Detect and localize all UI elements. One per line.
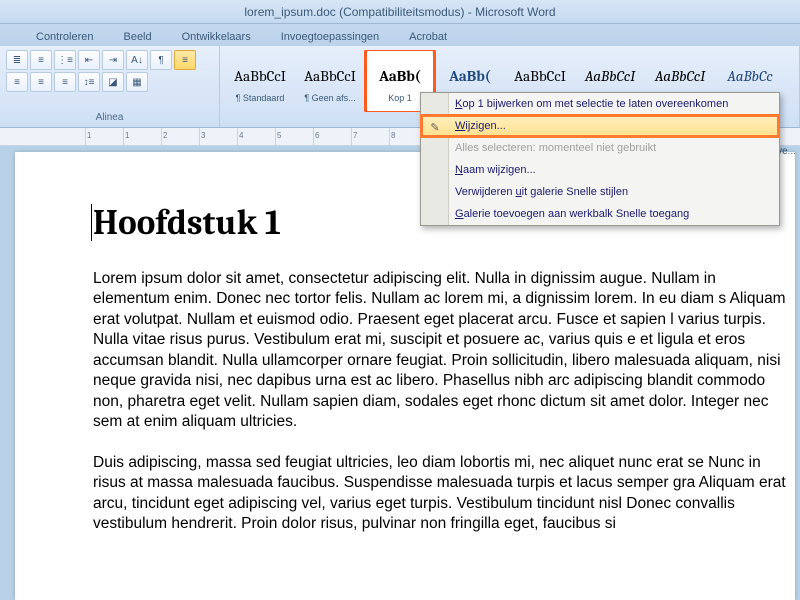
tab-beeld[interactable]: Beeld: [117, 27, 157, 46]
ruler-tick: 8: [391, 131, 395, 140]
ruler-tick: 3: [201, 131, 205, 140]
ruler-tick: 1: [87, 131, 91, 140]
align-center-button[interactable]: ≡: [6, 72, 28, 92]
borders-button[interactable]: ▦: [126, 72, 148, 92]
multilevel-button[interactable]: ⋮≡: [54, 50, 76, 70]
style-context-menu: Kop 1 bijwerken om met selectie te laten…: [420, 92, 780, 226]
ruler-tick: 4: [239, 131, 243, 140]
style-sample: AaBb(: [449, 59, 491, 93]
bullets-button[interactable]: ≣: [6, 50, 28, 70]
style-sample: AaBbCcI: [514, 59, 566, 93]
menu-item[interactable]: Kop 1 bijwerken om met selectie te laten…: [421, 93, 779, 115]
sort-button[interactable]: A↓: [126, 50, 148, 70]
line-spacing-button[interactable]: ↕≡: [78, 72, 100, 92]
justify-button[interactable]: ≡: [54, 72, 76, 92]
menu-item[interactable]: Galerie toevoegen aan werkbalk Snelle to…: [421, 203, 779, 225]
style-sample: AaBbCcI: [304, 59, 356, 93]
tab-ontwikkelaars[interactable]: Ontwikkelaars: [176, 27, 257, 46]
shading-button[interactable]: ◪: [102, 72, 124, 92]
group-label-paragraph: Alinea: [6, 112, 213, 125]
style-sample: AaBb(: [379, 59, 421, 93]
edit-icon: ✎: [427, 119, 443, 135]
style-label: Kop 1: [388, 93, 412, 103]
style-sample: AaBbCcI: [585, 59, 635, 93]
align-right-button[interactable]: ≡: [30, 72, 52, 92]
menu-item[interactable]: Verwijderen uit galerie Snelle stijlen: [421, 181, 779, 203]
ruler-tick: 5: [277, 131, 281, 140]
style--standaard[interactable]: AaBbCcI¶ Standaard: [226, 50, 294, 112]
tab-invoegtoepassingen[interactable]: Invoegtoepassingen: [275, 27, 385, 46]
style-label: ¶ Geen afs...: [304, 93, 355, 103]
paragraph[interactable]: Duis adipiscing, massa sed feugiat ultri…: [93, 453, 795, 535]
style-sample: AaBbCc: [727, 59, 772, 93]
numbering-button[interactable]: ≡: [30, 50, 52, 70]
ribbon-tabs: Controleren Beeld Ontwikkelaars Invoegtoepa…: [0, 24, 800, 46]
title-bar: lorem_ipsum.doc (Compatibiliteitsmodus) …: [0, 0, 800, 24]
pilcrow-button[interactable]: ¶: [150, 50, 172, 70]
ruler-tick: 7: [353, 131, 357, 140]
style--geen-afs-[interactable]: AaBbCcI¶ Geen afs...: [296, 50, 364, 112]
indent-inc-button[interactable]: ⇥: [102, 50, 124, 70]
indent-dec-button[interactable]: ⇤: [78, 50, 100, 70]
align-left-button[interactable]: ≡: [174, 50, 196, 70]
paragraph-buttons: ≣ ≡ ⋮≡ ⇤ ⇥ A↓ ¶ ≡ ≡ ≡ ≡ ↕≡ ◪ ▦: [6, 50, 213, 92]
ruler-tick: 2: [163, 131, 167, 140]
style-sample: AaBbCcI: [234, 59, 286, 93]
paragraph[interactable]: Lorem ipsum dolor sit amet, consectetur …: [93, 269, 795, 433]
style-sample: AaBbCcI: [655, 59, 705, 93]
menu-item[interactable]: ✎Wijzigen...: [421, 115, 779, 137]
style-label: ¶ Standaard: [236, 93, 285, 103]
ruler-tick: 6: [315, 131, 319, 140]
group-paragraph: ≣ ≡ ⋮≡ ⇤ ⇥ A↓ ¶ ≡ ≡ ≡ ≡ ↕≡ ◪ ▦ Alinea: [0, 46, 220, 127]
title-text: lorem_ipsum.doc (Compatibiliteitsmodus) …: [244, 5, 555, 19]
menu-item: Alles selecteren: momenteel niet gebruik…: [421, 137, 779, 159]
tab-controleren[interactable]: Controleren: [30, 27, 99, 46]
tab-acrobat[interactable]: Acrobat: [403, 27, 453, 46]
ruler-tick: 1: [125, 131, 129, 140]
menu-item[interactable]: Naam wijzigen...: [421, 159, 779, 181]
